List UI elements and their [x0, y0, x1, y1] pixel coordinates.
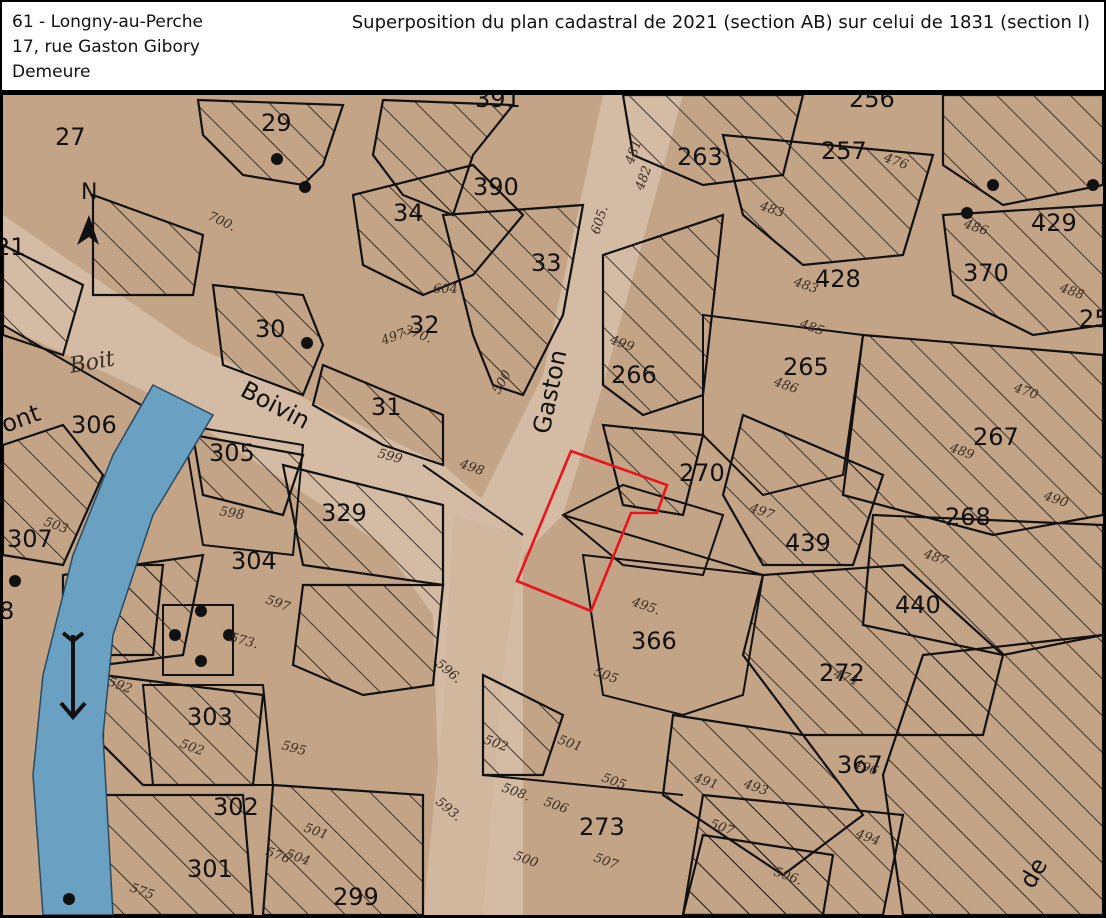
parcel-34: 34	[393, 199, 424, 227]
map-canvas[interactable]: N Boivin Gaston ont de Boit 700. 605. 60…	[3, 95, 1103, 915]
parcel-329: 329	[321, 499, 367, 527]
parcel-31: 31	[371, 393, 402, 421]
parcel-27: 27	[55, 123, 86, 151]
location-block: 61 - Longny-au-Perche 17, rue Gaston Gib…	[12, 10, 203, 85]
parcel-366: 366	[631, 627, 677, 655]
map-title: Superposition du plan cadastral de 2021 …	[351, 12, 1090, 33]
parcel-257: 257	[821, 137, 867, 165]
parcel-270: 270	[679, 459, 725, 487]
parcel-268: 268	[945, 503, 991, 531]
parcel-263: 263	[677, 143, 723, 171]
parcel-391: 391	[475, 95, 521, 113]
north-label: N	[81, 180, 97, 205]
header-bar: 61 - Longny-au-Perche 17, rue Gaston Gib…	[0, 0, 1106, 92]
parcel-30: 30	[255, 315, 286, 343]
parcel-367: 367	[837, 751, 883, 779]
parcel-29: 29	[261, 109, 292, 137]
parcel-265: 265	[783, 353, 829, 381]
address-label: 17, rue Gaston Gibory	[12, 37, 200, 57]
building-type-label: Demeure	[12, 62, 91, 82]
parcel-272: 272	[819, 659, 865, 687]
parcel-25: 25	[1079, 305, 1103, 333]
parcel-273: 273	[579, 813, 625, 841]
parcel-390: 390	[473, 173, 519, 201]
parcel-32: 32	[409, 311, 440, 339]
parcel-306: 306	[71, 411, 117, 439]
parcel-307: 307	[7, 525, 53, 553]
parcel-301: 301	[187, 855, 233, 883]
parcel-21: 21	[3, 233, 26, 261]
commune-label: 61 - Longny-au-Perche	[12, 12, 204, 32]
parcel-303: 303	[187, 703, 233, 731]
parcel-267: 267	[973, 423, 1019, 451]
parcel-305: 305	[209, 439, 255, 467]
parcel-33: 33	[531, 249, 562, 277]
parcel-370: 370	[963, 259, 1009, 287]
parcel-428: 428	[815, 265, 861, 293]
parcel-266: 266	[611, 361, 657, 389]
parcel-440: 440	[895, 591, 941, 619]
parcel-304: 304	[231, 547, 277, 575]
parcel-429: 429	[1031, 209, 1077, 237]
parcel-256: 256	[849, 95, 895, 113]
parcel-302: 302	[213, 793, 259, 821]
parcel-8: 8	[3, 597, 14, 625]
svg-text:604: 604	[433, 282, 458, 297]
parcel-299: 299	[333, 883, 379, 911]
parcel-439: 439	[785, 529, 831, 557]
cadastral-map[interactable]: N Boivin Gaston ont de Boit 700. 605. 60…	[0, 92, 1106, 918]
